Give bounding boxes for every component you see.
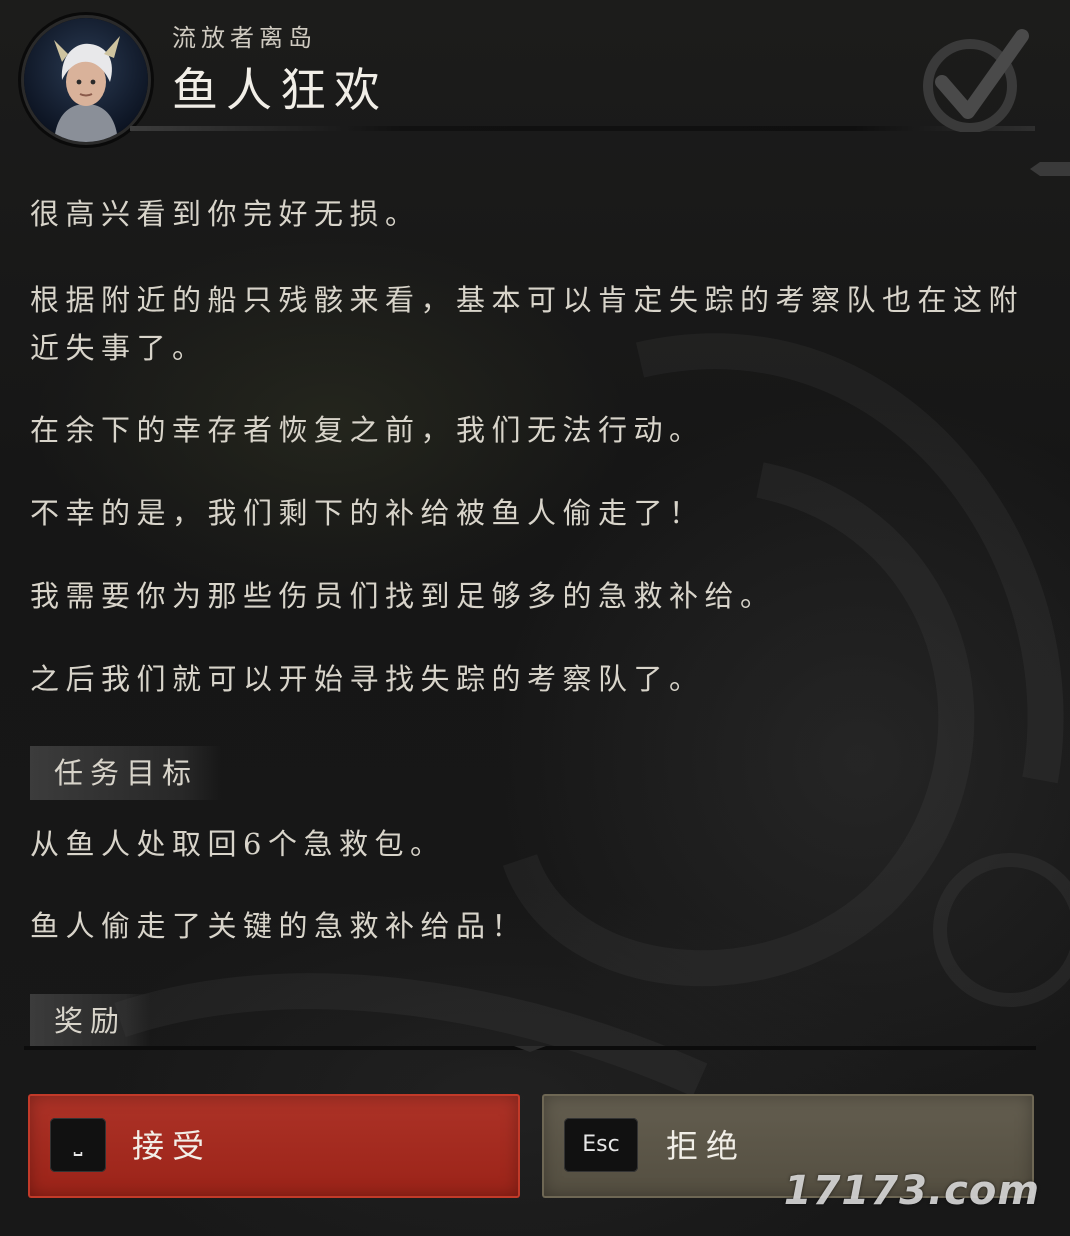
description-line-6: 之后我们就可以开始寻找失踪的考察队了。 bbox=[30, 662, 705, 696]
decline-button-label: 拒绝 bbox=[666, 1127, 747, 1165]
accept-button-label: 接受 bbox=[132, 1127, 213, 1165]
objective-line-2: 鱼人偷走了关键的急救补给品！ bbox=[30, 909, 528, 943]
space-key-hint: ⎵ bbox=[50, 1118, 106, 1172]
accept-button[interactable]: ⎵ 接受 bbox=[28, 1094, 520, 1198]
side-pin-icon bbox=[1030, 162, 1070, 176]
watermark: 17173.com bbox=[783, 1168, 1040, 1214]
description-line-3: 在余下的幸存者恢复之前，我们无法行动。 bbox=[30, 413, 705, 447]
bottom-divider bbox=[24, 1046, 1036, 1052]
description-line-2: 根据附近的船只残骸来看，基本可以肯定失踪的考察队也在这附近失事了。 bbox=[30, 283, 1025, 365]
description-line-1: 很高兴看到你完好无损。 bbox=[30, 197, 421, 231]
quest-zone: 流放者离岛 bbox=[172, 24, 317, 52]
npc-portrait bbox=[24, 18, 148, 142]
esc-key-hint: Esc bbox=[564, 1118, 638, 1172]
objectives-heading: 任务目标 bbox=[30, 746, 223, 800]
rewards-heading: 奖励 bbox=[30, 994, 151, 1048]
description-line-4: 不幸的是，我们剩下的补给被鱼人偷走了！ bbox=[30, 496, 705, 530]
header-divider bbox=[130, 126, 1035, 131]
check-mark-icon bbox=[923, 29, 1029, 132]
description-line-5: 我需要你为那些伤员们找到足够多的急救补给。 bbox=[30, 579, 776, 613]
quest-title: 鱼人狂欢 bbox=[172, 63, 388, 117]
objective-line-1: 从鱼人处取回6个急救包。 bbox=[30, 827, 446, 861]
npc-portrait-icon bbox=[24, 18, 148, 142]
